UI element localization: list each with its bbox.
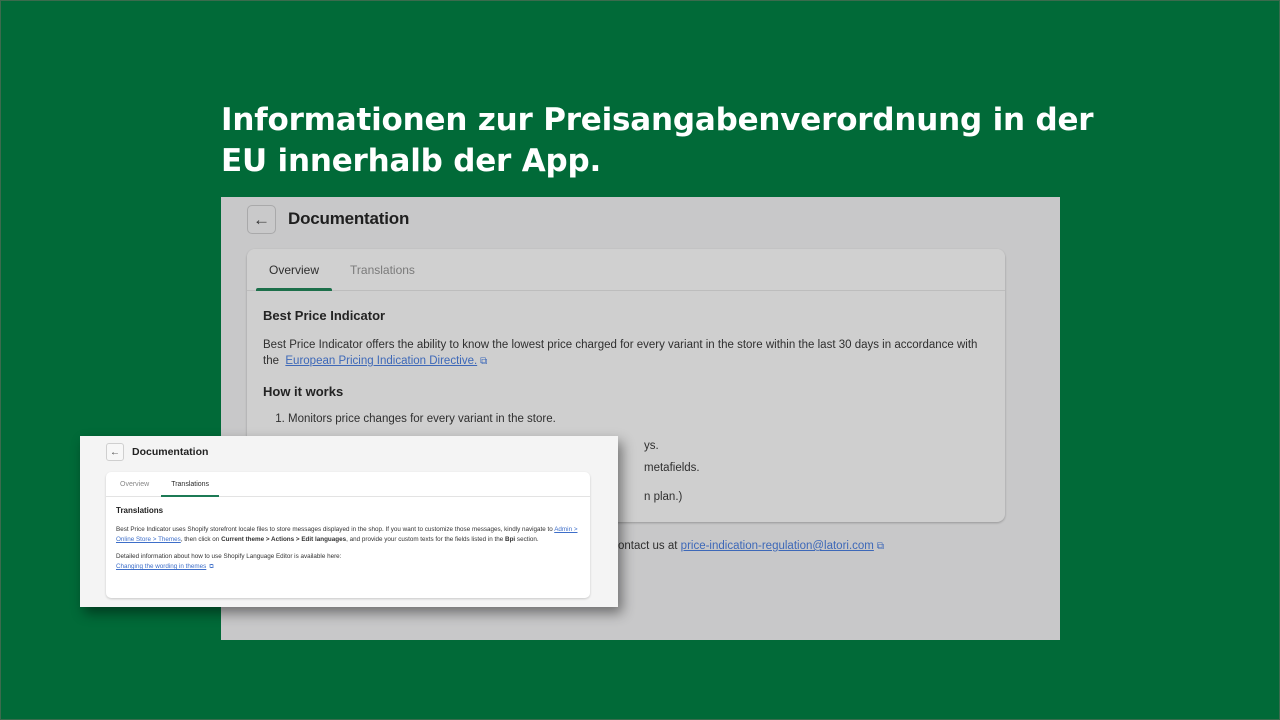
edit-languages-path: Current theme > Actions > Edit languages [221, 536, 347, 543]
tab-bar: Overview Translations [247, 249, 1005, 291]
directive-link[interactable]: European Pricing Indication Directive. [285, 355, 477, 367]
how-it-works-title: How it works [263, 384, 344, 399]
intro-paragraph: Best Price Indicator offers the ability … [263, 337, 989, 370]
arrow-left-icon: ← [253, 209, 270, 229]
documentation-card: Overview Translations Translations Best … [106, 472, 590, 598]
paragraph-text: Best Price Indicator uses Shopify storef… [116, 526, 553, 533]
page-title: Documentation [132, 446, 209, 458]
card-body: Translations Best Price Indicator uses S… [106, 497, 590, 588]
changing-wording-link[interactable]: Changing the wording in themes [116, 563, 206, 570]
card-body: Best Price Indicator Best Price Indicato… [247, 291, 1005, 450]
step-fragment: ys. [644, 440, 659, 452]
tab-overview[interactable]: Overview [110, 472, 159, 496]
paragraph-text: section. [516, 536, 539, 543]
contact-prefix: ontact us at [618, 540, 678, 552]
external-link-icon: ⧉ [209, 564, 214, 570]
step-item: Monitors price changes for every variant… [288, 413, 989, 425]
step-fragment: n plan.) [644, 491, 683, 503]
step-fragment: metafields. [644, 462, 700, 474]
paragraph-text: , and provide your custom texts for the … [346, 536, 504, 543]
section-title: Translations [116, 506, 164, 515]
paragraph-text: Detailed information about how to use Sh… [116, 553, 342, 560]
paragraph-text: , then click on [180, 536, 220, 543]
tab-overview[interactable]: Overview [256, 249, 333, 291]
tab-bar: Overview Translations [106, 472, 590, 497]
steps-list: Monitors price changes for every variant… [263, 413, 989, 425]
page-title: Documentation [288, 209, 410, 228]
tab-translations[interactable]: Translations [337, 249, 428, 290]
back-button[interactable]: ← [247, 205, 276, 234]
contact-line: ontact us at price-indication-regulation… [618, 540, 884, 552]
external-link-icon: ⧉ [876, 541, 885, 552]
headline-line-1: Informationen zur Preisangabenverordnung… [221, 102, 1094, 138]
external-link-icon: ⧉ [480, 356, 488, 367]
editor-info-paragraph: Detailed information about how to use Sh… [116, 552, 580, 572]
back-button[interactable]: ← [106, 443, 124, 461]
bpi-section-name: Bpi [505, 536, 516, 543]
headline: Informationen zur Preisangabenverordnung… [221, 100, 1121, 182]
translations-paragraph: Best Price Indicator uses Shopify storef… [116, 525, 580, 545]
contact-email-link[interactable]: price-indication-regulation@latori.com [681, 540, 874, 552]
arrow-left-icon: ← [110, 446, 120, 458]
headline-line-2: EU innerhalb der App. [221, 143, 602, 179]
tab-translations[interactable]: Translations [161, 472, 219, 497]
section-title: Best Price Indicator [263, 308, 386, 323]
translations-screenshot: ← Documentation Overview Translations Tr… [80, 436, 618, 607]
